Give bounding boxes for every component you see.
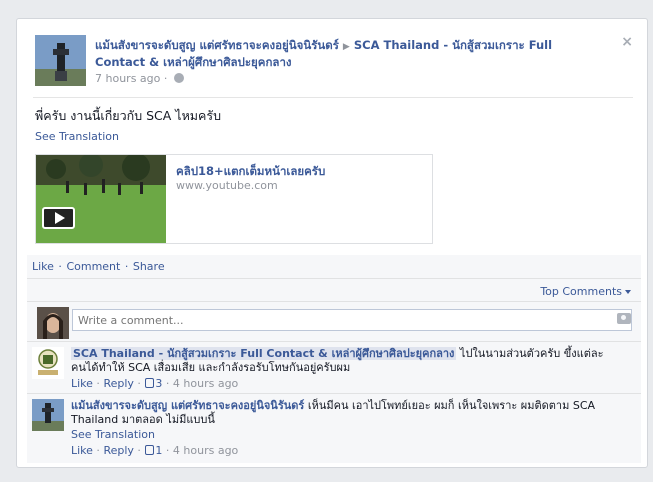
- post-text: พี่ครับ งานนี้เกี่ยวกับ SCA ไหมครับ: [35, 108, 222, 123]
- divider: [27, 301, 641, 302]
- thumbs-up-icon: [145, 445, 155, 455]
- camera-icon[interactable]: [617, 313, 631, 324]
- comment-like-button[interactable]: Like: [71, 444, 93, 457]
- current-user-avatar: [37, 307, 69, 339]
- video-thumbnail[interactable]: [36, 155, 166, 243]
- author-name[interactable]: แม้นสังขารจะดับสูญ แต่ศรัทธาจะคงอยู่นิจน…: [95, 38, 339, 52]
- comment-like-button[interactable]: Like: [71, 377, 93, 390]
- author-avatar[interactable]: [35, 35, 86, 86]
- shared-link-url: www.youtube.com: [176, 179, 278, 192]
- comment-button[interactable]: Comment: [66, 260, 120, 273]
- post-card: แม้นสังขารจะดับสูญ แต่ศรัทธาจะคงอยู่นิจน…: [16, 18, 648, 468]
- comment-like-count[interactable]: 3: [155, 377, 162, 390]
- divider: [33, 97, 633, 98]
- post-header: แม้นสังขารจะดับสูญ แต่ศรัทธาจะคงอยู่นิจน…: [35, 35, 625, 89]
- share-button[interactable]: Share: [133, 260, 165, 273]
- comment-like-count[interactable]: 1: [155, 444, 162, 457]
- like-button[interactable]: Like: [32, 260, 54, 273]
- top-comments-dropdown[interactable]: Top Comments: [540, 285, 631, 298]
- comment-reply-button[interactable]: Reply: [103, 444, 133, 457]
- commenter-avatar[interactable]: [32, 347, 64, 379]
- comment-time[interactable]: 4 hours ago: [173, 444, 238, 457]
- thumbs-up-icon: [145, 378, 155, 388]
- play-icon[interactable]: [42, 207, 75, 229]
- post-time[interactable]: 7 hours ago: [95, 72, 160, 85]
- commenter-name[interactable]: SCA Thailand - นักสู้สวมเกราะ Full Conta…: [71, 347, 457, 360]
- close-icon[interactable]: ×: [621, 35, 633, 49]
- comment-time[interactable]: 4 hours ago: [173, 377, 238, 390]
- see-translation-link[interactable]: See Translation: [71, 428, 616, 442]
- header-text: แม้นสังขารจะดับสูญ แต่ศรัทธาจะคงอยู่นิจน…: [95, 38, 553, 85]
- commenter-name[interactable]: แม้นสังขารจะดับสูญ แต่ศรัทธาจะคงอยู่นิจน…: [71, 399, 304, 412]
- feedback-section: Like · Comment · Share Top Comments Writ…: [27, 255, 641, 463]
- divider: [27, 341, 641, 342]
- arrow-right-icon: ▶: [342, 42, 350, 52]
- globe-icon[interactable]: [173, 73, 184, 83]
- comment-reply-button[interactable]: Reply: [103, 377, 133, 390]
- divider: [27, 393, 641, 394]
- commenter-avatar[interactable]: [32, 399, 64, 431]
- see-translation-link[interactable]: See Translation: [35, 130, 119, 143]
- chevron-down-icon: [625, 290, 631, 294]
- top-comments-label: Top Comments: [540, 285, 622, 298]
- divider: [27, 278, 641, 279]
- shared-link-preview[interactable]: คลิป18+แตกเต็มหน้าเลยครับ www.youtube.co…: [35, 154, 433, 244]
- post-actions: Like · Comment · Share: [32, 260, 165, 273]
- comment-input[interactable]: [72, 309, 632, 331]
